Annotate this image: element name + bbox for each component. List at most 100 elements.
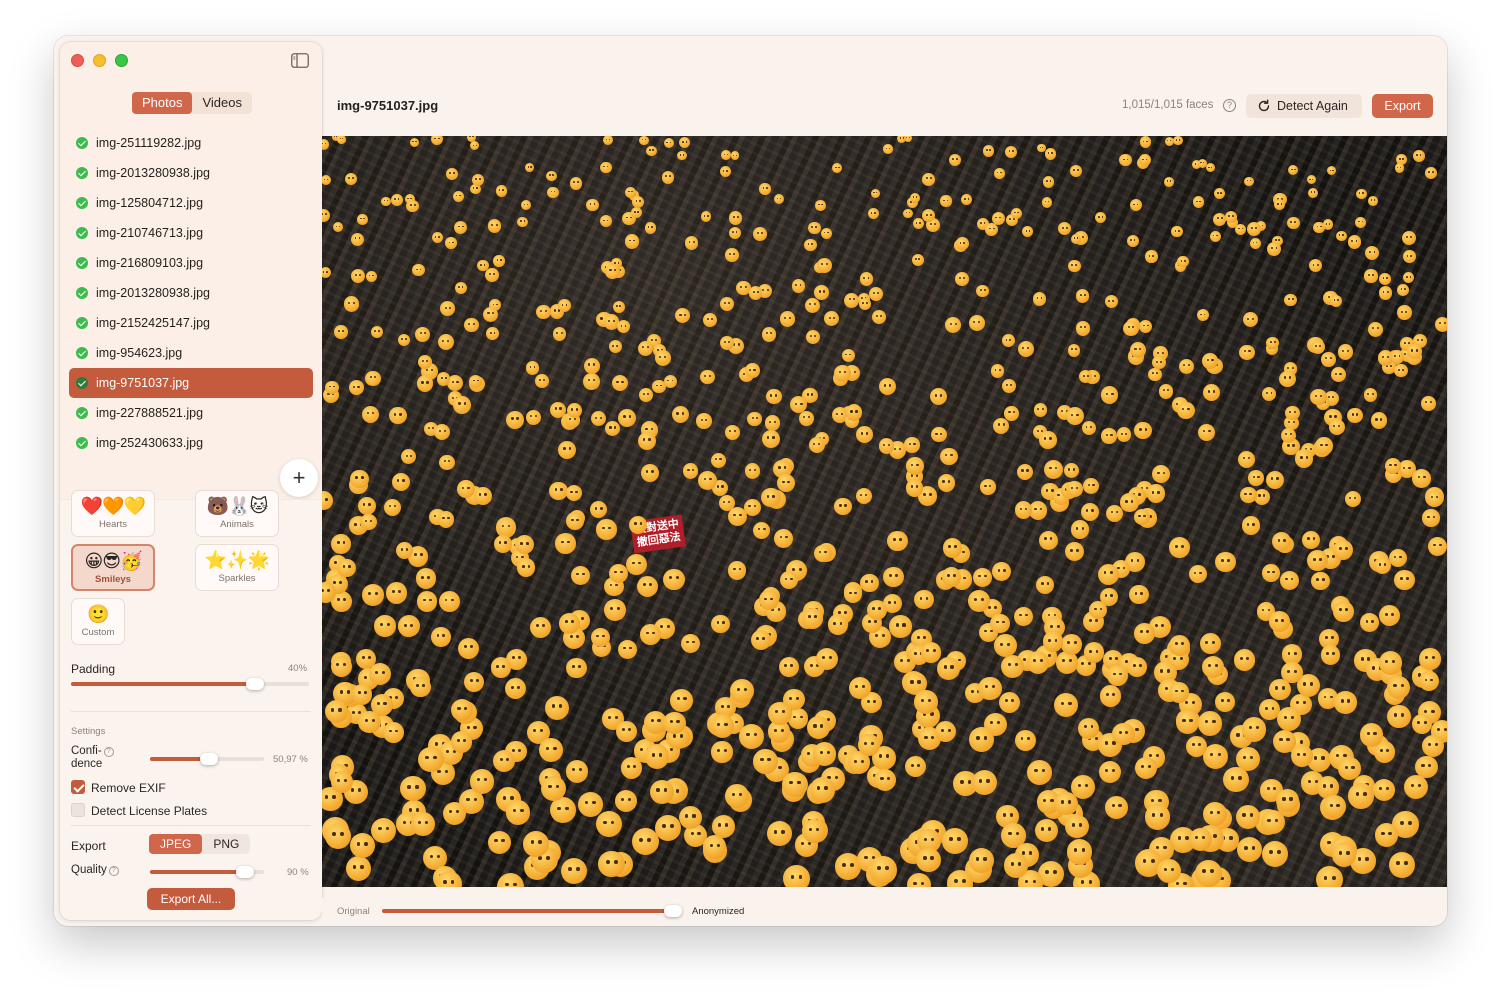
sparkles-emoji-icon: ⭐✨🌟 [204,550,270,570]
tab-videos[interactable]: Videos [192,92,252,114]
format-png[interactable]: PNG [202,834,250,854]
confidence-slider-knob[interactable] [200,753,218,765]
export-all-button[interactable]: Export All... [147,888,235,910]
face-emoji-mask [1330,295,1343,308]
remove-exif-checkbox[interactable] [71,780,85,794]
face-emoji-mask [759,183,771,195]
check-icon [76,197,88,209]
style-card-smileys[interactable]: 😀😎🥳 Smileys [71,544,155,591]
media-type-segmented-control: Photos Videos [132,92,252,114]
file-list-item[interactable]: img-2013280938.jpg [69,158,313,188]
add-file-button[interactable]: + [280,459,318,497]
face-emoji-mask [450,731,473,753]
face-emoji-mask [630,207,643,219]
face-emoji-mask [813,742,837,766]
face-emoji-mask [1138,154,1151,167]
face-emoji-mask [1386,704,1411,729]
close-window-button[interactable] [71,54,84,67]
face-emoji-mask [1237,450,1256,468]
face-emoji-mask [1365,245,1380,260]
face-emoji-mask [1067,343,1081,357]
detect-plates-checkbox[interactable] [71,803,85,817]
file-list-item[interactable]: img-2013280938.jpg [69,278,313,308]
minimize-window-button[interactable] [93,54,106,67]
face-emoji-mask [1379,605,1401,627]
file-list-item[interactable]: img-125804712.jpg [69,188,313,218]
file-list-item[interactable]: img-954623.jpg [69,338,313,368]
faces-count: 1,015/1,015 faces [1122,99,1214,111]
face-emoji-mask [1328,418,1345,435]
confidence-help-icon[interactable]: ? [103,747,114,757]
file-list-item[interactable]: img-252430633.jpg [69,428,313,458]
face-emoji-mask [1013,606,1034,626]
face-emoji-mask [739,723,764,749]
face-emoji-mask [1396,305,1412,320]
style-card-hearts[interactable]: ❤️🧡💛 Hearts [71,490,155,537]
face-emoji-mask [753,227,767,241]
check-icon [76,227,88,239]
faces-help-icon[interactable]: ? [1223,99,1236,112]
export-button[interactable]: Export [1372,94,1433,118]
face-emoji-mask [882,594,902,614]
face-emoji-mask [1005,145,1018,158]
detect-again-button[interactable]: Detect Again [1246,94,1362,118]
face-emoji-mask [1004,406,1019,421]
face-emoji-mask [322,139,330,150]
face-emoji-mask [761,327,776,342]
face-emoji-mask [744,363,760,378]
face-emoji-mask [322,491,334,511]
style-card-sparkles[interactable]: ⭐✨🌟 Sparkles [195,544,279,591]
face-emoji-mask [1373,778,1396,802]
sidebar-toggle-icon[interactable] [291,53,309,68]
face-emoji-mask [350,469,369,489]
zoom-window-button[interactable] [115,54,128,67]
face-emoji-mask [773,194,785,205]
face-emoji-mask [1241,516,1261,536]
quality-slider-knob[interactable] [236,866,254,878]
face-emoji-mask [1363,388,1378,403]
face-emoji-mask [1237,837,1263,863]
face-emoji-mask [1083,478,1100,495]
compare-slider[interactable] [382,909,676,913]
face-emoji-mask [324,380,339,395]
style-card-animals[interactable]: 🐻🐰🐱 Animals [195,490,279,537]
style-card-custom[interactable]: 🙂 Custom [71,598,125,645]
quality-help-icon[interactable]: ? [108,866,119,876]
quality-label-text: Quality [71,864,107,876]
face-emoji-mask [361,405,380,424]
face-emoji-mask [1239,344,1255,361]
file-name: img-251119282.jpg [96,136,202,150]
face-emoji-mask [620,756,643,779]
file-list-item[interactable]: img-9751037.jpg [69,368,313,398]
file-list-item[interactable]: img-227888521.jpg [69,398,313,428]
face-emoji-mask [1177,255,1190,268]
file-list-item[interactable]: img-2152425147.jpg [69,308,313,338]
anonymized-image[interactable]: 反對送中 撤回惡法 [322,136,1447,887]
padding-slider[interactable] [71,682,309,686]
compare-slider-knob[interactable] [664,905,682,917]
face-emoji-mask [431,232,443,244]
face-emoji-mask [397,333,411,347]
face-emoji-mask [1355,188,1367,200]
face-emoji-mask [348,380,364,396]
file-list-item[interactable]: img-210746713.jpg [69,218,313,248]
file-list: img-251119282.jpg img-2013280938.jpg img-1… [69,128,313,458]
face-emoji-mask [820,227,832,239]
face-emoji-mask [412,264,425,277]
file-list-item[interactable]: img-216809103.jpg [69,248,313,278]
face-emoji-mask [761,487,781,508]
face-emoji-mask [711,815,735,838]
check-icon [76,437,88,449]
padding-slider-knob[interactable] [246,678,264,690]
file-list-item[interactable]: img-251119282.jpg [69,128,313,158]
face-emoji-mask [1284,293,1298,307]
face-emoji-mask [391,472,410,491]
compare-slider-fill [382,909,676,913]
face-emoji-mask [322,208,331,222]
face-emoji-mask [1347,235,1362,249]
face-emoji-mask [1326,166,1337,176]
face-emoji-mask [897,136,907,144]
format-jpeg[interactable]: JPEG [149,834,203,854]
face-emoji-mask [1333,600,1354,622]
tab-photos[interactable]: Photos [132,92,193,114]
